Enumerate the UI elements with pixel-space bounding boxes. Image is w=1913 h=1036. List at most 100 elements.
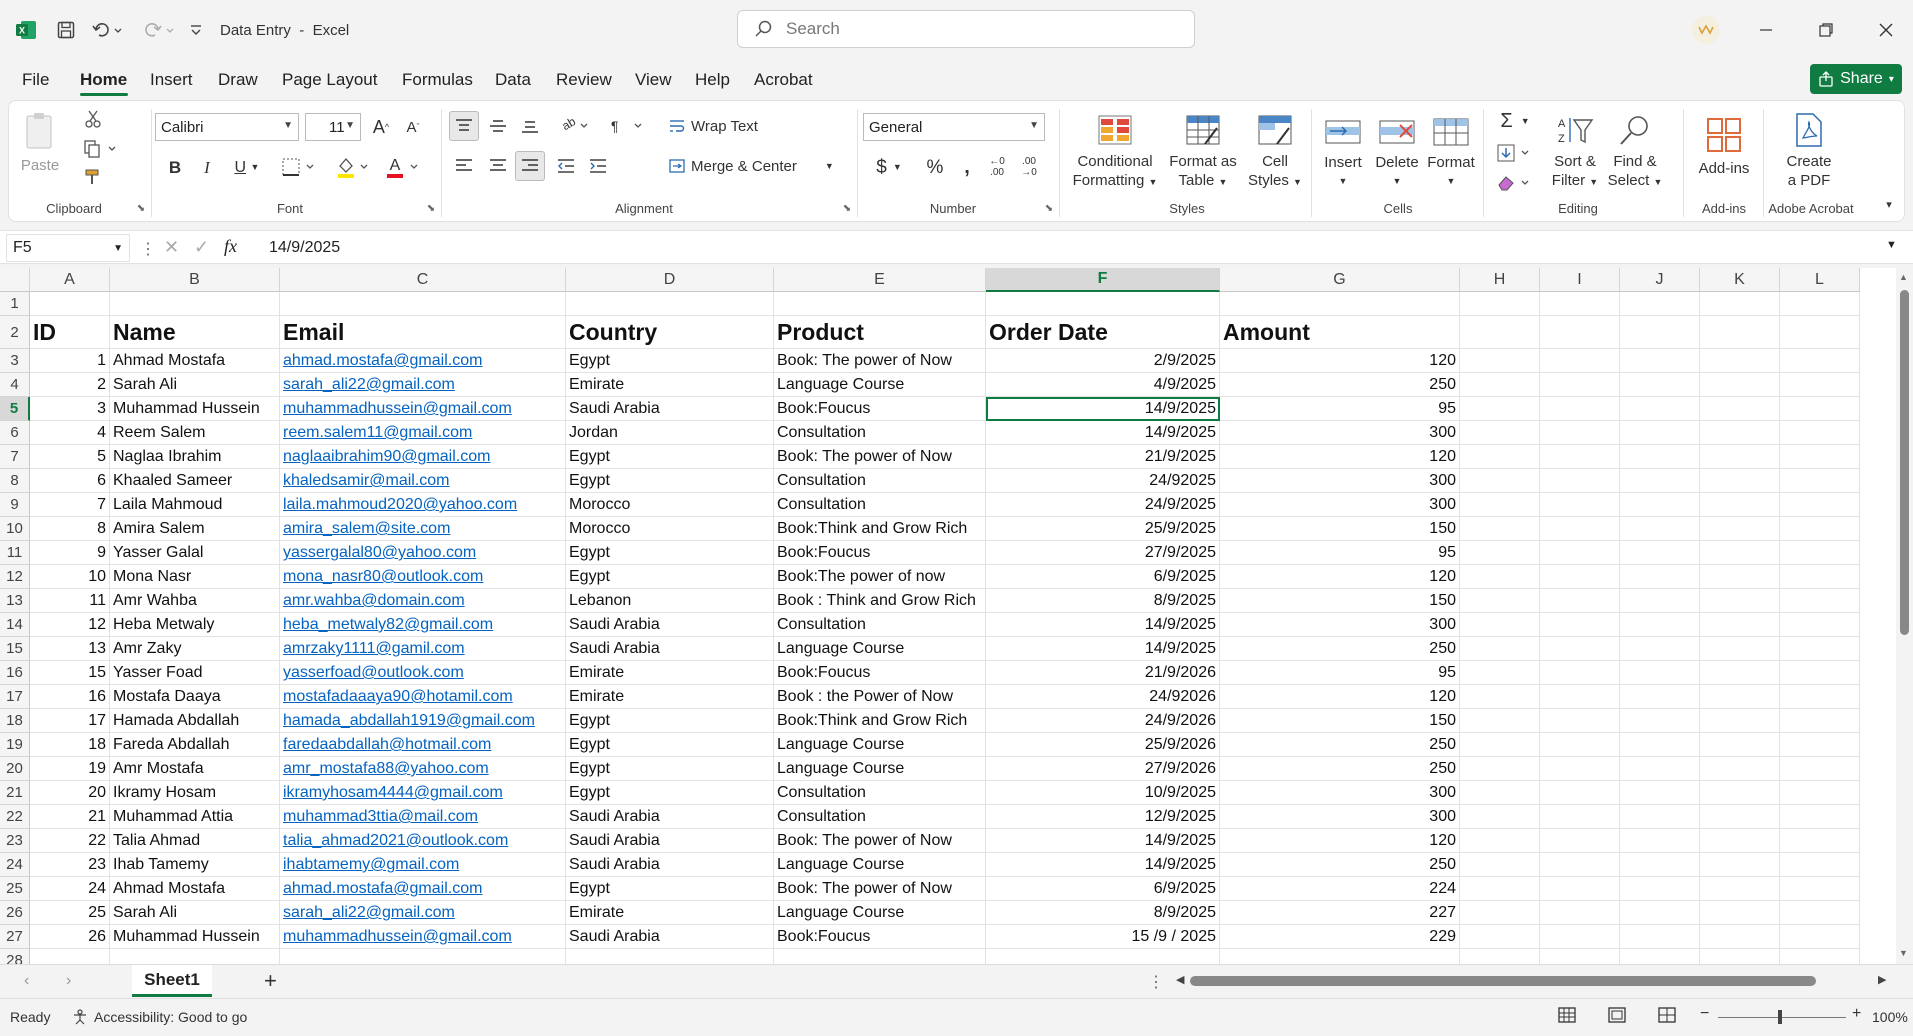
align-bottom-icon[interactable]	[515, 111, 545, 141]
align-right-icon[interactable]	[515, 151, 545, 181]
cell[interactable]	[1700, 469, 1780, 493]
spreadsheet-grid[interactable]: A B C D E F G H I J K L 1 2 ID Name Email Country Product O…	[0, 268, 1896, 964]
amount-cell[interactable]: 120	[1220, 685, 1460, 709]
amount-cell[interactable]: 300	[1220, 421, 1460, 445]
cell[interactable]	[1620, 421, 1700, 445]
amount-cell[interactable]: 250	[1220, 853, 1460, 877]
product-cell[interactable]: Language Course	[774, 637, 986, 661]
add-sheet-button[interactable]: +	[264, 968, 277, 994]
email-link[interactable]: amr.wahba@domain.com	[280, 589, 566, 613]
cell[interactable]	[1540, 757, 1620, 781]
email-link[interactable]: mona_nasr80@outlook.com	[280, 565, 566, 589]
row-header[interactable]: 24	[0, 853, 30, 877]
amount-cell[interactable]: 229	[1220, 925, 1460, 949]
product-cell[interactable]: Book : Think and Grow Rich	[774, 589, 986, 613]
id-cell[interactable]: 22	[30, 829, 110, 853]
id-cell[interactable]: 1	[30, 349, 110, 373]
cell[interactable]	[1460, 613, 1540, 637]
cell[interactable]	[1460, 445, 1540, 469]
autosum-icon[interactable]: Σ ▼	[1493, 107, 1537, 135]
name-cell[interactable]: Sarah Ali	[110, 373, 280, 397]
column-header-c[interactable]: C	[280, 268, 566, 292]
amount-cell[interactable]: 120	[1220, 829, 1460, 853]
row-header[interactable]: 25	[0, 877, 30, 901]
font-size-select[interactable]: 11 ▼	[305, 113, 361, 141]
id-cell[interactable]: 18	[30, 733, 110, 757]
chevron-down-icon[interactable]: ▼	[113, 243, 123, 254]
cell[interactable]	[774, 292, 986, 316]
column-header-h[interactable]: H	[1460, 268, 1540, 292]
collapse-ribbon-icon[interactable]: ▾	[1881, 197, 1897, 213]
cell[interactable]	[1780, 292, 1860, 316]
cell[interactable]	[1460, 853, 1540, 877]
cell[interactable]	[1700, 949, 1780, 964]
cell[interactable]	[1220, 949, 1460, 964]
product-cell[interactable]: Consultation	[774, 493, 986, 517]
email-link[interactable]: hamada_abdallah1919@gmail.com	[280, 709, 566, 733]
create-pdf-button[interactable]: Create a PDF	[1771, 105, 1847, 197]
zoom-slider[interactable]	[1718, 1017, 1846, 1018]
copy-icon[interactable]	[81, 137, 121, 161]
name-cell[interactable]: Fareda Abdallah	[110, 733, 280, 757]
cell[interactable]	[1620, 661, 1700, 685]
country-cell[interactable]: Egypt	[566, 877, 774, 901]
tab-insert[interactable]: Insert	[150, 70, 193, 90]
order-date-cell[interactable]: 4/9/2025	[986, 373, 1220, 397]
sort-filter-button[interactable]: AZ Sort & Filter ▼	[1547, 105, 1603, 201]
amount-cell[interactable]: 150	[1220, 589, 1460, 613]
order-date-cell[interactable]: 14/9/2025	[986, 637, 1220, 661]
cell[interactable]	[1540, 733, 1620, 757]
id-cell[interactable]: 17	[30, 709, 110, 733]
column-header-e[interactable]: E	[774, 268, 986, 292]
cell[interactable]	[1460, 637, 1540, 661]
share-chevron-icon[interactable]: ▾	[1889, 74, 1894, 85]
order-date-cell[interactable]: 6/9/2025	[986, 565, 1220, 589]
increase-font-icon[interactable]: A ^	[367, 113, 395, 141]
cell[interactable]	[1780, 613, 1860, 637]
column-header-k[interactable]: K	[1700, 268, 1780, 292]
cell[interactable]	[30, 949, 110, 964]
product-cell[interactable]: Language Course	[774, 901, 986, 925]
number-format-select[interactable]: General ▼	[863, 113, 1045, 141]
column-title-cell[interactable]: Amount	[1220, 316, 1460, 349]
tab-draw[interactable]: Draw	[218, 70, 258, 90]
format-as-table-button[interactable]: Format as Table ▼	[1165, 105, 1241, 201]
name-cell[interactable]: Muhammad Attia	[110, 805, 280, 829]
column-header-g[interactable]: G	[1220, 268, 1460, 292]
country-cell[interactable]: Jordan	[566, 421, 774, 445]
cell[interactable]	[1780, 925, 1860, 949]
cell[interactable]	[1780, 901, 1860, 925]
select-all-corner[interactable]	[0, 268, 30, 292]
tab-review[interactable]: Review	[556, 70, 612, 90]
align-left-icon[interactable]	[449, 151, 479, 181]
insert-function-icon[interactable]: fx	[224, 236, 237, 257]
cell[interactable]	[1540, 517, 1620, 541]
cell[interactable]	[1620, 925, 1700, 949]
cell[interactable]	[110, 292, 280, 316]
cell[interactable]	[1540, 373, 1620, 397]
cell[interactable]	[1780, 661, 1860, 685]
email-link[interactable]: amira_salem@site.com	[280, 517, 566, 541]
conditional-formatting-button[interactable]: Conditional Formatting ▼	[1067, 105, 1163, 201]
wrap-text-button[interactable]: Wrap Text	[669, 113, 758, 139]
cell[interactable]	[1780, 709, 1860, 733]
cell[interactable]	[280, 292, 566, 316]
cell[interactable]	[1460, 757, 1540, 781]
cell[interactable]	[1460, 781, 1540, 805]
font-color-icon[interactable]: A	[381, 153, 425, 181]
horizontal-scroll-thumb[interactable]	[1190, 976, 1816, 986]
row-header[interactable]: 2	[0, 316, 30, 349]
country-cell[interactable]: Saudi Arabia	[566, 829, 774, 853]
order-date-cell[interactable]: 27/9/2026	[986, 757, 1220, 781]
scroll-left-icon[interactable]: ◀	[1176, 973, 1184, 986]
email-link[interactable]: ahmad.mostafa@gmail.com	[280, 877, 566, 901]
column-header-j[interactable]: J	[1620, 268, 1700, 292]
email-link[interactable]: sarah_ali22@gmail.com	[280, 373, 566, 397]
amount-cell[interactable]: 300	[1220, 469, 1460, 493]
cell[interactable]	[1700, 709, 1780, 733]
cell[interactable]	[1540, 397, 1620, 421]
product-cell[interactable]: Book:Foucus	[774, 661, 986, 685]
cell[interactable]	[986, 949, 1220, 964]
id-cell[interactable]: 24	[30, 877, 110, 901]
cell[interactable]	[1780, 541, 1860, 565]
